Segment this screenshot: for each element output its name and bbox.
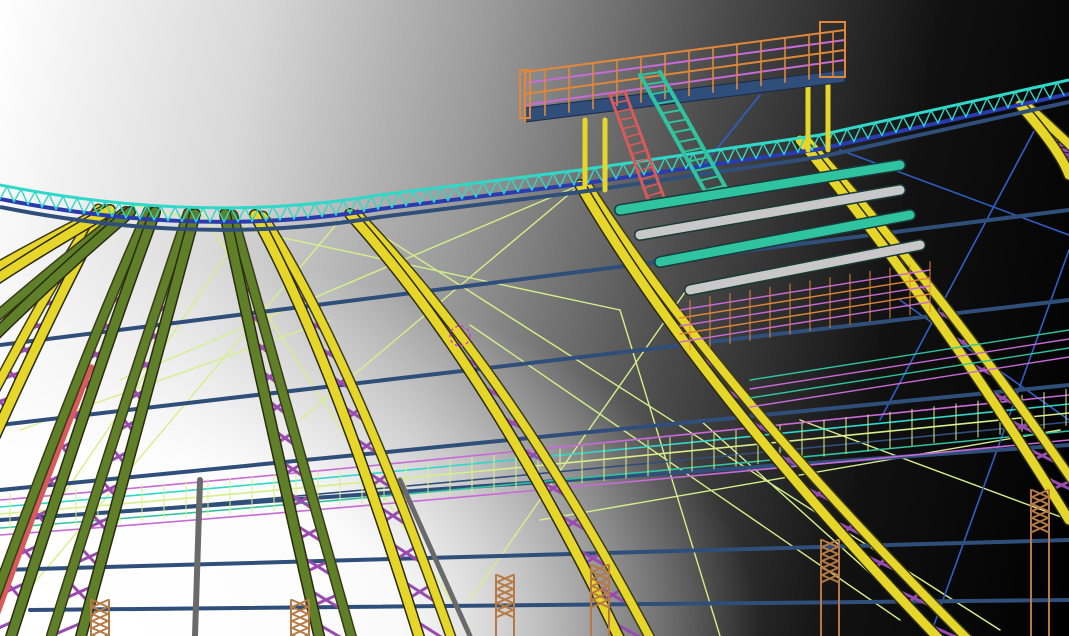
- platform-handrail: [524, 29, 846, 73]
- ring-lattice: [454, 184, 463, 200]
- ring-lattice: [510, 177, 519, 193]
- ring-lattice: [986, 97, 995, 112]
- walkway-rail: [0, 412, 1069, 515]
- ring-lattice: [1028, 88, 1037, 102]
- ring-lattice: [328, 201, 337, 216]
- purlin-beams: [0, 208, 1069, 612]
- stair-tread: [627, 141, 645, 147]
- chord-outline: [344, 208, 625, 636]
- stair-tread: [624, 132, 642, 139]
- ring-lattice: [874, 122, 883, 137]
- stair-tread: [621, 124, 639, 130]
- ring-lattice: [1000, 94, 1009, 109]
- stair-tread: [676, 137, 699, 144]
- ring-lattice: [860, 125, 869, 140]
- ring-lattice: [622, 163, 631, 178]
- landing-rail: [679, 293, 931, 335]
- 3d-model-viewport[interactable]: [0, 0, 1069, 636]
- ring-lattice: [1056, 81, 1065, 96]
- stair-tread: [698, 175, 721, 182]
- ring-lattice: [0, 185, 8, 200]
- ring-lattice: [13, 188, 22, 203]
- ring-lattice: [69, 197, 78, 213]
- vertical-post: [192, 477, 203, 636]
- ring-lattice: [426, 188, 435, 203]
- ring-lattice: [762, 142, 771, 157]
- ring-lattice: [832, 131, 841, 146]
- stair-tread: [639, 71, 661, 76]
- ring-lattice: [209, 207, 218, 223]
- ring-lattice: [972, 100, 981, 115]
- stair-tread: [671, 127, 694, 134]
- ring-lattice: [846, 128, 855, 143]
- ring-lattice: [958, 103, 967, 118]
- ring-lattice: [314, 202, 323, 218]
- lower-walkway: [0, 388, 1069, 536]
- stair-tread: [665, 118, 688, 125]
- ring-lattice: [496, 179, 505, 195]
- ring-lattice: [440, 186, 449, 202]
- ring-lattice: [356, 197, 365, 213]
- ring-lattice: [888, 119, 897, 133]
- ring-lattice: [524, 176, 533, 191]
- ring-lattice: [776, 140, 785, 155]
- ring-lattice: [930, 109, 939, 124]
- stair-tread: [660, 108, 683, 115]
- ring-lattice: [27, 191, 36, 206]
- stair-tread: [644, 80, 667, 86]
- compression-ring-truss: [0, 78, 1069, 232]
- ring-lattice: [412, 190, 421, 205]
- ring-lattice: [370, 195, 379, 211]
- ring-lattice: [41, 193, 50, 208]
- secondary-chord: [0, 600, 5, 615]
- stair-tread: [646, 190, 663, 198]
- ring-lattice: [279, 204, 288, 221]
- ring-lattice: [566, 170, 575, 186]
- top-chord: [220, 209, 324, 636]
- ring-lattice: [552, 172, 561, 188]
- ring-lattice: [748, 144, 757, 160]
- steel-structure-model: [0, 21, 1069, 636]
- ring-lattice: [384, 193, 393, 209]
- ring-lattice: [664, 156, 673, 172]
- ring-lattice: [916, 112, 925, 127]
- stair-tread: [630, 149, 648, 156]
- ring-lattice: [538, 174, 547, 189]
- ring-lattice: [237, 206, 246, 223]
- top-chord: [345, 209, 624, 636]
- ring-lattice: [55, 195, 64, 210]
- ring-lattice: [720, 148, 729, 164]
- ring-lattice: [1042, 85, 1051, 99]
- ring-lattice: [300, 203, 309, 219]
- ring-lattice: [594, 167, 603, 182]
- ring-lattice: [482, 181, 491, 196]
- ring-lattice: [286, 204, 295, 220]
- ring-lattice: [398, 191, 407, 207]
- ring-lattice: [468, 183, 477, 198]
- ring-lattice: [902, 115, 911, 130]
- ring-lattice: [818, 134, 827, 149]
- ring-lattice: [272, 205, 281, 221]
- purlin: [0, 538, 1069, 572]
- ring-lattice: [608, 165, 617, 180]
- ring-lattice: [944, 106, 953, 121]
- stair-tread: [618, 116, 636, 122]
- ring-lattice: [734, 146, 743, 162]
